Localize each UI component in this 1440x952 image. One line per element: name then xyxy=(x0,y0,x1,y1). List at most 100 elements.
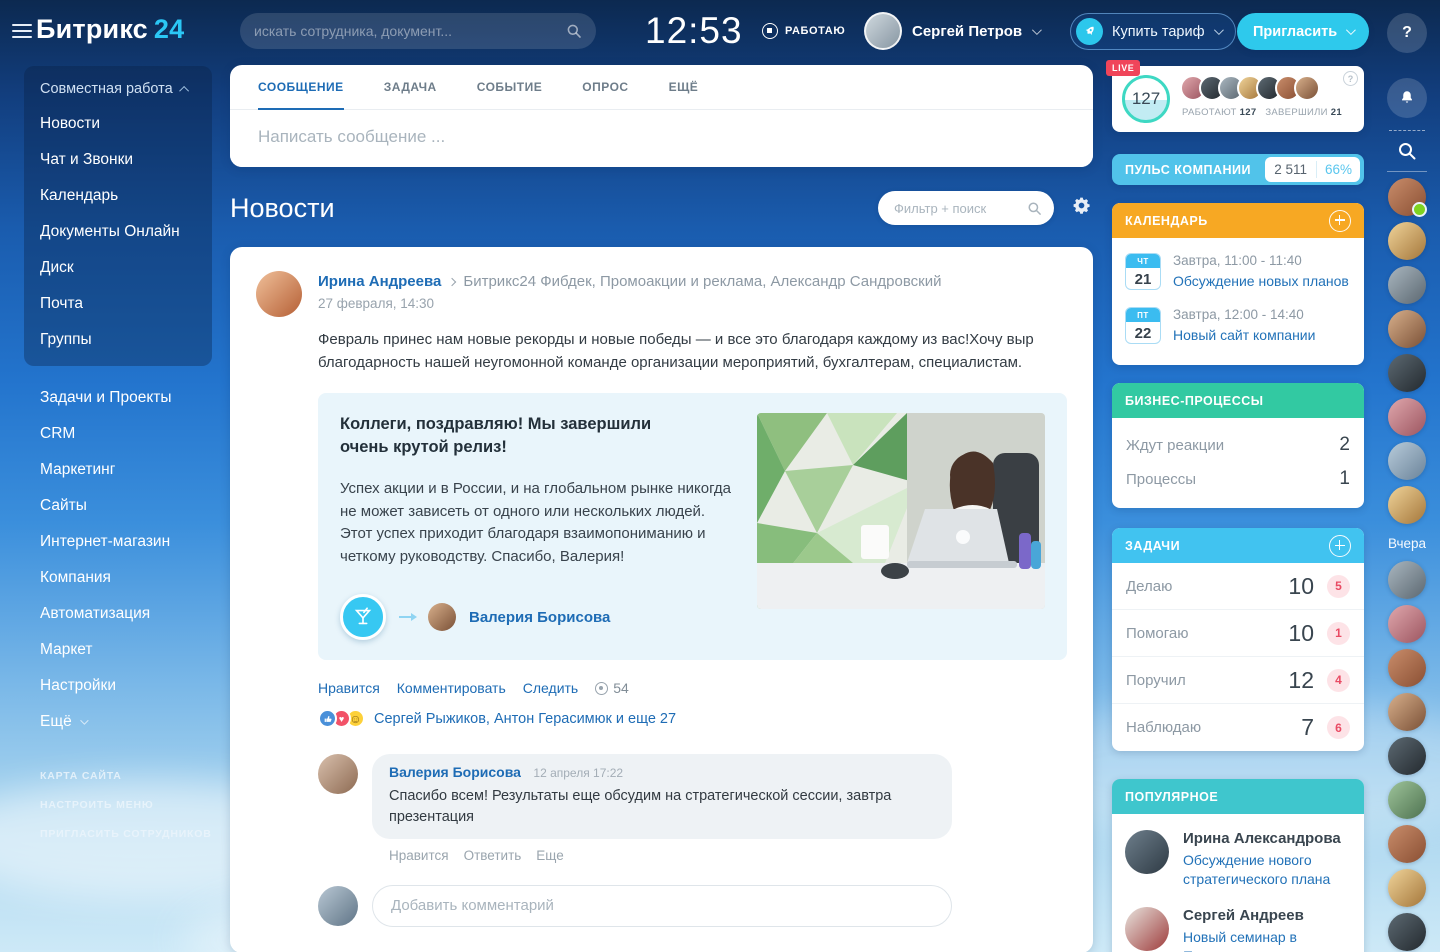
comment-link[interactable]: Комментировать xyxy=(397,680,506,696)
tab-poll[interactable]: ОПРОС xyxy=(582,65,628,109)
task-alert-badge[interactable]: 6 xyxy=(1327,716,1350,740)
app-logo[interactable]: Битрикс 24 xyxy=(36,14,184,45)
user-menu[interactable]: Сергей Петров xyxy=(864,12,1043,50)
contact-avatar[interactable] xyxy=(1388,310,1426,348)
comment-reply-link[interactable]: Ответить xyxy=(464,848,522,863)
contact-avatar[interactable] xyxy=(1388,693,1426,731)
add-task-icon[interactable] xyxy=(1329,534,1351,557)
task-row[interactable]: Помогаю 10 1 xyxy=(1112,610,1364,658)
sidebar-item-crm[interactable]: CRM xyxy=(24,416,212,452)
global-search[interactable] xyxy=(240,13,596,49)
post-author-avatar[interactable] xyxy=(256,271,302,317)
company-pulse-bar[interactable]: ПУЛЬС КОМПАНИИ 2 511 66% xyxy=(1112,154,1364,185)
work-clock[interactable]: 12:53 xyxy=(645,10,743,52)
popular-user-name[interactable]: Ирина Александрова xyxy=(1183,830,1351,847)
event-link[interactable]: Новый сайт компании xyxy=(1173,326,1315,344)
filter-search-input[interactable] xyxy=(894,200,1027,216)
sidebar-item-disk[interactable]: Диск xyxy=(24,250,212,286)
popular-post-link[interactable]: Обсуждение нового стратегического плана xyxy=(1183,851,1351,889)
sidebar-item-chat[interactable]: Чат и Звонки xyxy=(24,142,212,178)
task-row[interactable]: Наблюдаю 7 6 xyxy=(1112,704,1364,751)
post-audience[interactable]: Битрикс24 Фибдек, Промоакции и реклама, … xyxy=(463,273,941,290)
hamburger-menu-icon[interactable] xyxy=(12,24,32,42)
post-author-link[interactable]: Ирина Андреева xyxy=(318,273,441,290)
sidebar-item-docs[interactable]: Документы Онлайн xyxy=(24,214,212,250)
sidebar-item-more[interactable]: Ещё xyxy=(24,704,212,740)
invite-employees-link[interactable]: ПРИГЛАСИТЬ СОТРУДНИКОВ xyxy=(40,828,212,840)
contact-avatar[interactable] xyxy=(1388,605,1426,643)
popular-post-link[interactable]: Новый семинар в Польше xyxy=(1183,928,1351,952)
tab-event[interactable]: СОБЫТИЕ xyxy=(477,65,543,109)
help-button[interactable]: ? xyxy=(1387,13,1427,53)
popular-item[interactable]: Сергей Андреев Новый семинар в Польше xyxy=(1112,891,1364,952)
composer-input[interactable] xyxy=(230,110,1093,167)
add-event-icon[interactable] xyxy=(1329,209,1351,232)
follow-link[interactable]: Следить xyxy=(523,680,578,696)
feed-settings-gear-icon[interactable] xyxy=(1072,196,1091,220)
contact-avatar[interactable] xyxy=(1388,398,1426,436)
sidebar-item-groups[interactable]: Группы xyxy=(24,322,212,358)
sidebar-item-sites[interactable]: Сайты xyxy=(24,488,212,524)
feed-filter[interactable] xyxy=(878,191,1054,225)
event-link[interactable]: Обсуждение новых планов xyxy=(1173,272,1349,290)
sidebar-item-automation[interactable]: Автоматизация xyxy=(24,596,212,632)
post-photo[interactable] xyxy=(757,412,1045,609)
contact-avatar[interactable] xyxy=(1388,825,1426,863)
contact-avatar[interactable] xyxy=(1388,913,1426,951)
contact-avatar[interactable] xyxy=(1388,486,1426,524)
sidebar-item-marketing[interactable]: Маркетинг xyxy=(24,452,212,488)
tab-more[interactable]: ЕЩЁ xyxy=(669,65,699,109)
global-search-input[interactable] xyxy=(254,23,566,39)
tab-message[interactable]: СООБЩЕНИЕ xyxy=(258,65,344,110)
sidebar-item-tasks[interactable]: Задачи и Проекты xyxy=(24,380,212,416)
task-row[interactable]: Делаю 10 5 xyxy=(1112,563,1364,611)
add-comment-input[interactable] xyxy=(372,884,952,927)
contact-avatar[interactable] xyxy=(1388,649,1426,687)
sitemap-link[interactable]: КАРТА САЙТА xyxy=(40,770,212,782)
contact-avatar[interactable] xyxy=(1388,781,1426,819)
work-status[interactable]: РАБОТАЮ xyxy=(762,23,845,39)
contact-avatar[interactable] xyxy=(1388,737,1426,775)
cocktail-badge-icon[interactable] xyxy=(340,594,386,641)
reactions-people-link[interactable]: Сергей Рыжиков, Антон Герасимюк и еще 27 xyxy=(374,711,676,727)
sidebar-item-settings[interactable]: Настройки xyxy=(24,668,212,704)
contact-avatar[interactable] xyxy=(1388,222,1426,260)
notifications-bell-icon[interactable] xyxy=(1387,78,1427,118)
sidebar-group-header[interactable]: Совместная работа xyxy=(24,72,212,106)
contact-avatar[interactable] xyxy=(1388,869,1426,907)
comment-author-link[interactable]: Валерия Борисова xyxy=(389,764,521,780)
calendar-event[interactable]: ЧТ 21 Завтра, 11:00 - 11:40 Обсуждение н… xyxy=(1125,253,1351,290)
contact-avatar[interactable] xyxy=(1388,442,1426,480)
badge-recipient-avatar[interactable] xyxy=(428,603,456,632)
badge-recipient-link[interactable]: Валерия Борисова xyxy=(469,609,610,626)
contact-avatar[interactable] xyxy=(1388,561,1426,599)
sidebar-item-calendar[interactable]: Календарь xyxy=(24,178,212,214)
popular-item[interactable]: Ирина Александрова Обсуждение нового стр… xyxy=(1112,814,1364,891)
contact-avatar[interactable] xyxy=(1388,354,1426,392)
sidebar-item-market[interactable]: Маркет xyxy=(24,632,212,668)
contact-avatar[interactable] xyxy=(1388,266,1426,304)
task-alert-badge[interactable]: 5 xyxy=(1327,574,1350,598)
task-row[interactable]: Поручил 12 4 xyxy=(1112,657,1364,705)
bp-row[interactable]: Ждут реакции 2 xyxy=(1126,428,1350,462)
sidebar-item-mail[interactable]: Почта xyxy=(24,286,212,322)
live-working-widget[interactable]: LIVE 127 РАБОТАЮТ 127 ЗАВЕРШИЛИ 21 ? xyxy=(1106,60,1364,132)
task-alert-badge[interactable]: 4 xyxy=(1327,668,1350,692)
comment-more-link[interactable]: Еще xyxy=(536,848,563,863)
sidebar-item-news[interactable]: Новости xyxy=(24,106,212,142)
bp-row[interactable]: Процессы 1 xyxy=(1126,462,1350,496)
task-alert-badge[interactable]: 1 xyxy=(1327,621,1350,645)
calendar-event[interactable]: ПТ 22 Завтра, 12:00 - 14:40 Новый сайт к… xyxy=(1125,307,1351,345)
help-icon[interactable]: ? xyxy=(1343,71,1358,86)
comment-author-avatar[interactable] xyxy=(318,754,358,795)
popular-user-name[interactable]: Сергей Андреев xyxy=(1183,907,1351,924)
sidebar-item-shop[interactable]: Интернет-магазин xyxy=(24,524,212,560)
buy-tariff-button[interactable]: Купить тариф xyxy=(1070,13,1236,50)
invite-button[interactable]: Пригласить xyxy=(1237,13,1370,50)
contact-avatar[interactable] xyxy=(1388,178,1427,217)
like-link[interactable]: Нравится xyxy=(318,680,380,696)
comment-like-link[interactable]: Нравится xyxy=(389,848,449,863)
rail-search-icon[interactable] xyxy=(1395,141,1419,161)
configure-menu-link[interactable]: НАСТРОИТЬ МЕНЮ xyxy=(40,799,212,811)
tab-task[interactable]: ЗАДАЧА xyxy=(384,65,437,109)
